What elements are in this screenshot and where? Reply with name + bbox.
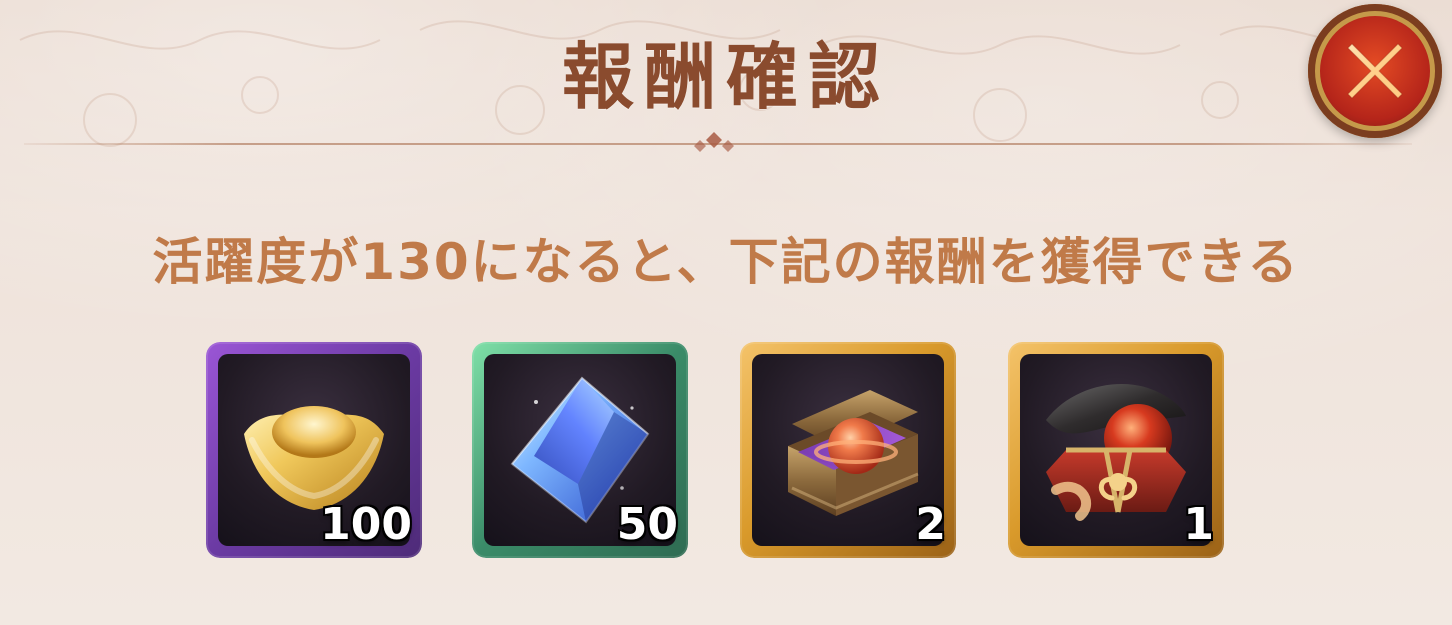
close-icon <box>1347 43 1403 99</box>
reward-list: 100 50 2 1 <box>206 342 1246 562</box>
reward-quantity: 50 <box>616 499 678 550</box>
reward-item-orb-chest[interactable]: 2 <box>740 342 956 558</box>
reward-quantity: 1 <box>1183 499 1214 550</box>
reward-item-gift-box[interactable]: 1 <box>1008 342 1224 558</box>
reward-item-gold[interactable]: 100 <box>206 342 422 558</box>
orb-chest-icon <box>788 390 919 516</box>
reward-requirement-text: 活躍度が130になると、下記の報酬を獲得できる <box>152 233 1300 291</box>
close-button[interactable] <box>1308 4 1442 138</box>
divider-ornament-icon <box>694 132 734 152</box>
gift-box-orb-icon <box>1046 383 1186 521</box>
reward-item-gem[interactable]: 50 <box>472 342 688 558</box>
dialog-title: 報酬確認 <box>561 35 890 119</box>
reward-quantity: 100 <box>320 499 412 550</box>
reward-quantity: 2 <box>915 499 946 550</box>
reward-confirm-dialog: 報酬確認 活躍度が130になると、下記の報酬を獲得できる 100 50 2 1 <box>0 0 1452 625</box>
